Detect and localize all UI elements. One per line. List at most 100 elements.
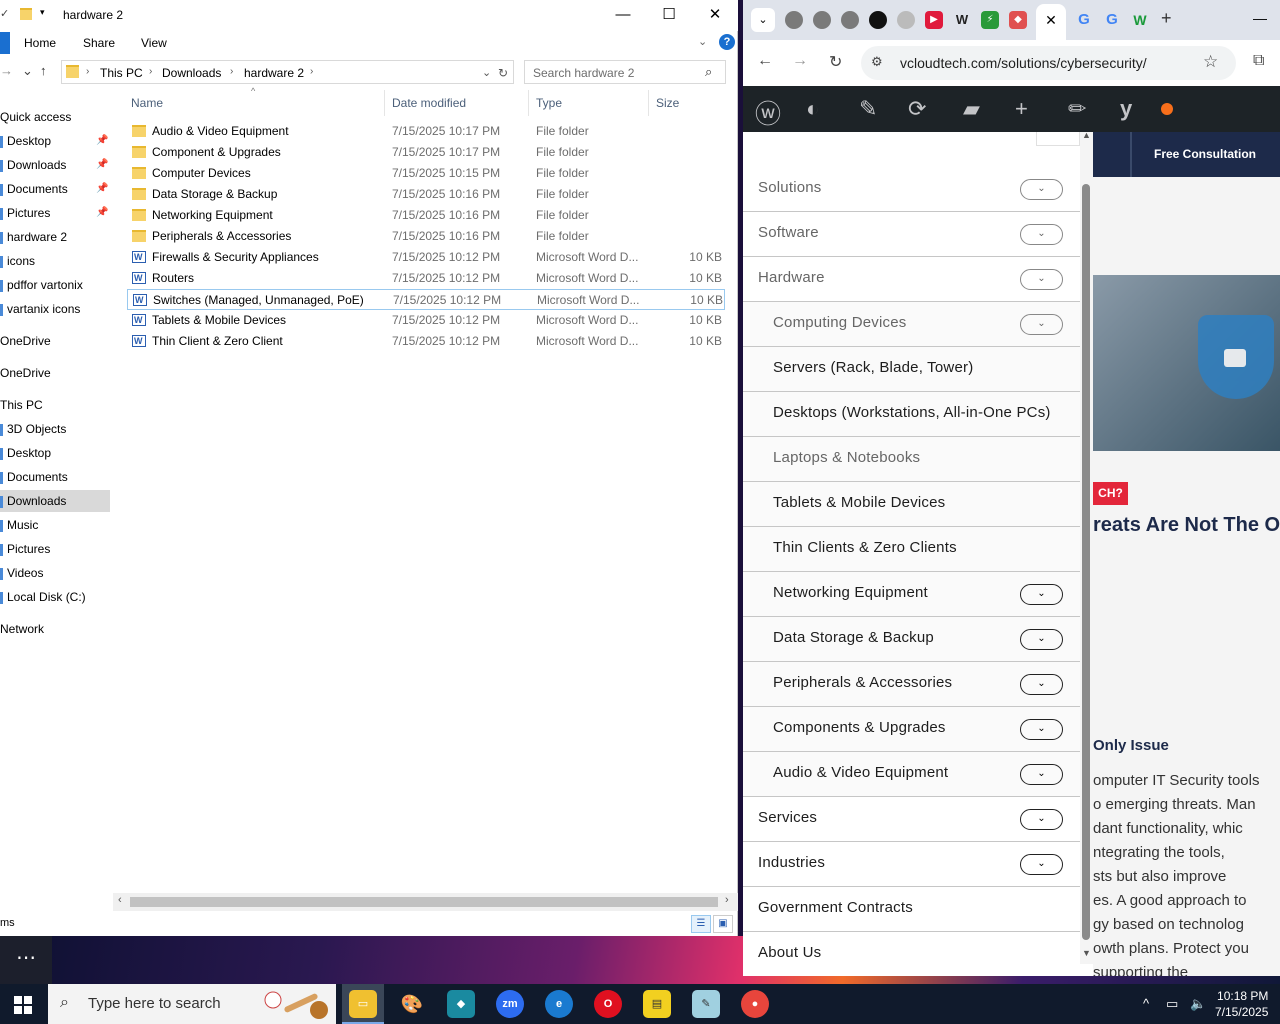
nav-recent-item[interactable]: hardware 2 bbox=[0, 226, 110, 248]
column-divider[interactable] bbox=[384, 90, 385, 116]
up-arrow-icon[interactable]: ↑ bbox=[40, 63, 47, 78]
forward-arrow-icon[interactable]: → bbox=[0, 63, 13, 78]
tab-favicon-google-icon[interactable]: G bbox=[1075, 11, 1093, 29]
scrollbar-thumb[interactable] bbox=[130, 897, 718, 907]
nav-pc-item[interactable]: Documents bbox=[0, 466, 110, 488]
more-options-icon[interactable]: ⋯ bbox=[0, 936, 52, 984]
search-input[interactable]: Search hardware 2 ⌕ bbox=[524, 60, 726, 84]
reload-icon[interactable]: ↻ bbox=[829, 52, 842, 72]
free-consultation-button[interactable]: Free Consultation bbox=[1093, 132, 1280, 177]
taskbar-search-input[interactable]: ⌕ Type here to search bbox=[48, 984, 336, 1024]
comments-icon[interactable]: ▰ bbox=[963, 96, 980, 122]
column-header-name[interactable]: Name bbox=[131, 96, 163, 110]
file-row[interactable]: Thin Client & Zero Client 7/15/2025 10:12… bbox=[127, 331, 725, 352]
file-row[interactable]: Routers 7/15/2025 10:12 PM Microsoft Word … bbox=[127, 268, 725, 289]
scroll-down-icon[interactable]: ▼ bbox=[1082, 948, 1091, 958]
scroll-left-icon[interactable]: ‹ bbox=[118, 894, 122, 906]
nav-pc-item[interactable]: 3D Objects bbox=[0, 418, 110, 440]
menu-item-peripherals-accessories[interactable]: Peripherals & Accessories ⌄ bbox=[743, 662, 1080, 707]
menu-item-computing-devices[interactable]: Computing Devices ⌄ bbox=[743, 302, 1080, 347]
help-icon[interactable]: ? bbox=[719, 34, 735, 50]
tab-search-chevron-icon[interactable]: ⌄ bbox=[751, 8, 775, 32]
column-header-date[interactable]: Date modified bbox=[392, 96, 466, 110]
tab-favicon-youtube-icon[interactable]: ▶ bbox=[925, 11, 943, 29]
dashboard-icon[interactable]: ◐ bbox=[806, 96, 819, 122]
tab-home[interactable]: Home bbox=[24, 36, 56, 50]
nav-network[interactable]: Network bbox=[0, 618, 110, 640]
tab-favicon-green-icon[interactable]: ⚡ bbox=[981, 11, 999, 29]
submenu-toggle-chevron-icon[interactable]: ⌄ bbox=[1020, 674, 1063, 695]
edge-taskbar-icon[interactable]: e bbox=[545, 990, 573, 1018]
file-row[interactable]: Audio & Video Equipment 7/15/2025 10:17 P… bbox=[127, 121, 725, 142]
file-row[interactable]: Networking Equipment 7/15/2025 10:16 PM Fi… bbox=[127, 205, 725, 226]
opera-taskbar-icon[interactable]: O bbox=[594, 990, 622, 1018]
submenu-toggle-chevron-icon[interactable]: ⌄ bbox=[1020, 719, 1063, 740]
nav-pc-item[interactable]: Desktop bbox=[0, 442, 110, 464]
tab-favicon-red-icon[interactable]: ◆ bbox=[1009, 11, 1027, 29]
menu-item-hardware[interactable]: Hardware ⌄ bbox=[743, 257, 1080, 302]
nav-pc-item[interactable]: Videos bbox=[0, 562, 110, 584]
submenu-toggle-chevron-icon[interactable]: ⌄ bbox=[1020, 584, 1063, 605]
nav-pinned-pictures[interactable]: Pictures 📌 bbox=[0, 202, 110, 224]
wordpress-logo-icon[interactable]: ⓦ bbox=[755, 94, 781, 131]
tab-favicon-google-icon[interactable]: G bbox=[1103, 11, 1121, 29]
file-row[interactable]: Computer Devices 7/15/2025 10:15 PM File f… bbox=[127, 163, 725, 184]
nav-pc-item[interactable]: Pictures bbox=[0, 538, 110, 560]
yoast-seo-icon[interactable]: y bbox=[1120, 96, 1132, 122]
nav-pc-item[interactable]: Downloads bbox=[0, 490, 110, 512]
breadcrumb-hardware-2[interactable]: hardware 2 bbox=[244, 66, 304, 80]
menu-item-servers-rack-blade-tower[interactable]: Servers (Rack, Blade, Tower) bbox=[743, 347, 1080, 392]
close-button[interactable]: ✕ bbox=[692, 0, 738, 31]
details-view-icon[interactable]: ☰ bbox=[691, 915, 711, 933]
file-row[interactable]: Data Storage & Backup 7/15/2025 10:16 PM F… bbox=[127, 184, 725, 205]
updates-icon[interactable]: ⟳ bbox=[908, 96, 926, 122]
menu-scrollbar[interactable]: ▲ ▼ bbox=[1080, 130, 1093, 964]
tab-share[interactable]: Share bbox=[83, 36, 115, 50]
menu-item-laptops-notebooks[interactable]: Laptops & Notebooks bbox=[743, 437, 1080, 482]
menu-item-tablets-mobile-devices[interactable]: Tablets & Mobile Devices bbox=[743, 482, 1080, 527]
file-row[interactable]: Component & Upgrades 7/15/2025 10:17 PM Fi… bbox=[127, 142, 725, 163]
file-row[interactable]: Peripherals & Accessories 7/15/2025 10:16… bbox=[127, 226, 725, 247]
tab-favicon-w-icon[interactable]: W bbox=[953, 11, 971, 29]
extensions-icon[interactable]: ⧉ bbox=[1253, 52, 1264, 70]
tab-favicon-handshake-icon[interactable] bbox=[897, 11, 915, 29]
site-info-icon[interactable]: ⚙ bbox=[871, 54, 883, 70]
nav-onedrive[interactable]: OneDrive bbox=[0, 330, 110, 352]
submenu-toggle-chevron-icon[interactable]: ⌄ bbox=[1020, 224, 1063, 245]
menu-item-software[interactable]: Software ⌄ bbox=[743, 212, 1080, 257]
ribbon-expand-chevron-icon[interactable]: ⌄ bbox=[698, 35, 707, 48]
pin-icon[interactable]: 📌 bbox=[96, 202, 108, 224]
nav-recent-item[interactable]: vartanix icons bbox=[0, 298, 110, 320]
horizontal-scrollbar[interactable]: ‹ › bbox=[113, 893, 738, 911]
menu-item-desktops-workstations-all-in-one-pcs[interactable]: Desktops (Workstations, All-in-One PCs) bbox=[743, 392, 1080, 437]
breadcrumb-this-pc[interactable]: This PC bbox=[100, 66, 143, 80]
column-divider[interactable] bbox=[648, 90, 649, 116]
column-header-type[interactable]: Type bbox=[536, 96, 562, 110]
nav-onedrive[interactable]: OneDrive bbox=[0, 362, 110, 384]
forward-arrow-icon[interactable]: → bbox=[792, 52, 808, 70]
column-divider[interactable] bbox=[528, 90, 529, 116]
chrome-taskbar-icon[interactable]: ● bbox=[741, 990, 769, 1018]
breadcrumb-downloads[interactable]: Downloads bbox=[162, 66, 221, 80]
customize-brush-icon[interactable]: ✎ bbox=[859, 96, 877, 122]
submenu-toggle-chevron-icon[interactable]: ⌄ bbox=[1020, 764, 1063, 785]
menu-item-government-contracts[interactable]: Government Contracts bbox=[743, 887, 1080, 932]
browser-minimize-icon[interactable]: — bbox=[1253, 10, 1267, 26]
search-icon[interactable]: ⌕ bbox=[705, 64, 712, 80]
submenu-toggle-chevron-icon[interactable]: ⌄ bbox=[1020, 179, 1063, 200]
volume-icon[interactable]: 🔈 bbox=[1190, 996, 1206, 1012]
menu-item-networking-equipment[interactable]: Networking Equipment ⌄ bbox=[743, 572, 1080, 617]
file-row[interactable]: Switches (Managed, Unmanaged, PoE) 7/15/2… bbox=[127, 289, 725, 311]
submenu-toggle-chevron-icon[interactable]: ⌄ bbox=[1020, 629, 1063, 650]
tab-favicon-circle-icon[interactable] bbox=[841, 11, 859, 29]
submenu-toggle-chevron-icon[interactable]: ⌄ bbox=[1020, 269, 1063, 290]
new-content-plus-icon[interactable]: + bbox=[1015, 96, 1028, 122]
submenu-toggle-chevron-icon[interactable]: ⌄ bbox=[1020, 314, 1063, 335]
address-bar[interactable]: ⚙ vcloudtech.com/solutions/cybersecurity… bbox=[861, 46, 1236, 80]
edit-page-pencil-icon[interactable]: ✏ bbox=[1068, 96, 1086, 122]
address-dropdown-icon[interactable]: ⌄ bbox=[482, 66, 491, 79]
nav-this-pc[interactable]: This PC bbox=[0, 394, 110, 416]
submenu-toggle-chevron-icon[interactable]: ⌄ bbox=[1020, 809, 1063, 830]
menu-item-industries[interactable]: Industries ⌄ bbox=[743, 842, 1080, 887]
column-header-size[interactable]: Size bbox=[656, 96, 679, 110]
